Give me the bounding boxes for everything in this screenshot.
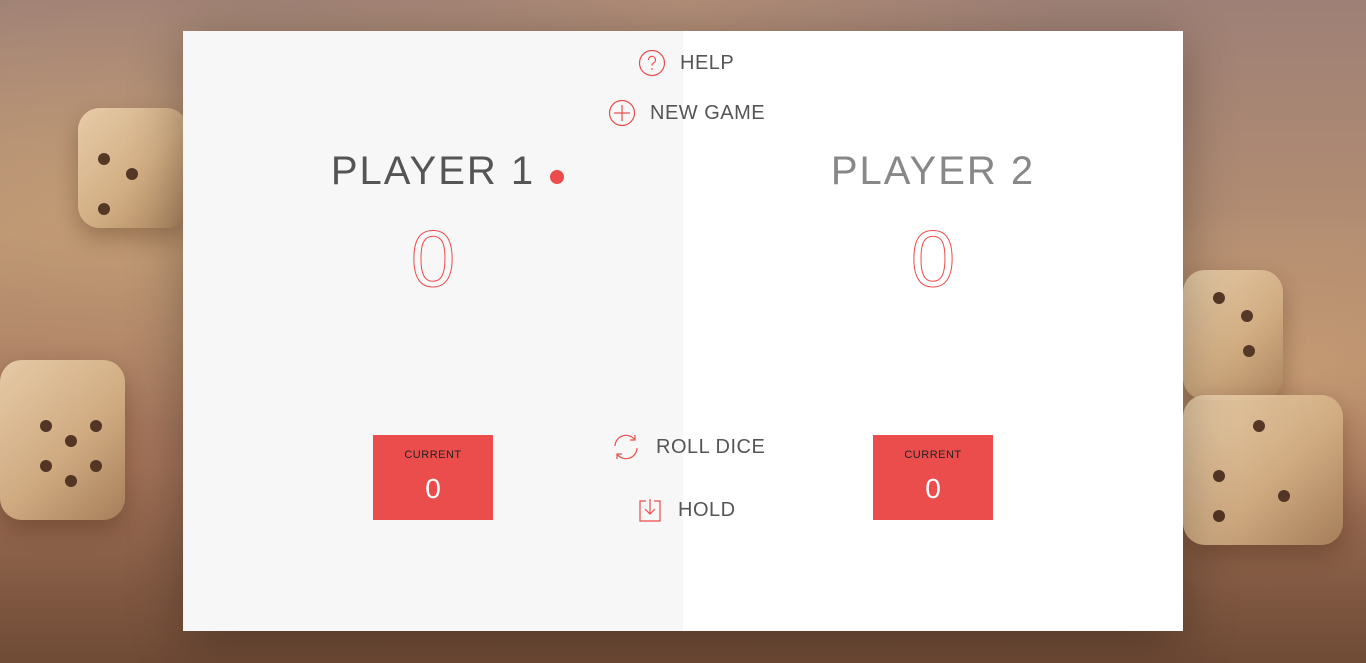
die-pip [1243, 345, 1255, 357]
die-pip [40, 420, 52, 432]
player-1-score: 0 [410, 214, 456, 303]
background-die [78, 108, 188, 228]
new-game-label: NEW GAME [650, 101, 766, 124]
player-1-current-score: 0 [425, 473, 441, 504]
die-pip [1213, 470, 1225, 482]
die-pip [98, 153, 110, 165]
help-label: HELP [680, 51, 735, 74]
background-die [1183, 270, 1283, 400]
help-button[interactable]: HELP [638, 49, 734, 77]
player-1-current-label: CURRENT [404, 449, 462, 461]
player-1-current-box: CURRENT 0 [373, 435, 493, 520]
die-pip [1213, 292, 1225, 304]
roll-dice-button[interactable]: ROLL DICE [610, 431, 765, 463]
die-pip [65, 435, 77, 447]
download-icon [639, 499, 661, 522]
active-player-indicator [550, 170, 564, 184]
die-pip [1253, 420, 1265, 432]
game-panel: PLAYER 1 0 CURRENT 0 PLAYER 2 0 CURRENT … [183, 31, 1183, 631]
player-2-name: PLAYER 2 [830, 149, 1036, 193]
die-pip [40, 460, 52, 472]
player-2-current-box: CURRENT 0 [873, 435, 993, 520]
hold-button[interactable]: HOLD [636, 496, 736, 524]
die-pip [1241, 310, 1253, 322]
background-die [0, 360, 125, 520]
die-pip [126, 168, 138, 180]
roll-dice-label: ROLL DICE [656, 435, 766, 458]
help-circle-icon [638, 49, 666, 77]
player-2-score: 0 [910, 214, 956, 303]
plus-circle-icon [608, 99, 636, 127]
die-pip [1213, 510, 1225, 522]
player-2-current-score: 0 [925, 473, 941, 504]
player-1-name: PLAYER 1 [330, 149, 536, 193]
die-pip [65, 475, 77, 487]
refresh-icon [614, 434, 638, 460]
background-die [1183, 395, 1343, 545]
die-pip [98, 203, 110, 215]
die-pip [90, 420, 102, 432]
die-pip [1278, 490, 1290, 502]
hold-label: HOLD [678, 498, 736, 521]
die-pip [90, 460, 102, 472]
new-game-button[interactable]: NEW GAME [608, 99, 765, 127]
player-2-current-label: CURRENT [904, 449, 962, 461]
